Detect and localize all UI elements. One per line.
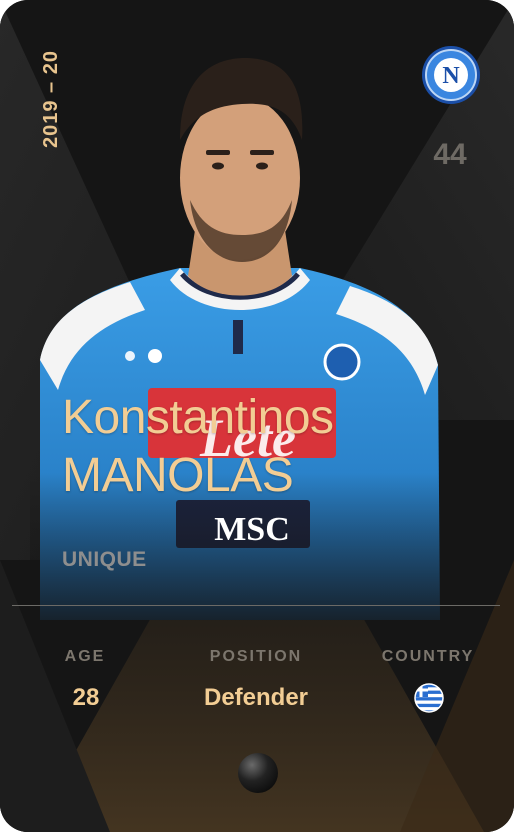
stat-value-age: 28	[72, 684, 100, 711]
divider	[12, 605, 500, 606]
stat-label-age: AGE	[64, 648, 106, 665]
player-card[interactable]: 2019 – 20 N 44 Lete MSC Konstantinos MAN…	[0, 0, 514, 832]
stat-label-country: COUNTRY	[381, 648, 475, 665]
player-first-name: Konstantinos	[62, 391, 334, 444]
stat-label-position: POSITION	[209, 648, 303, 665]
player-last-name: MANOLAS	[62, 449, 294, 502]
rarity-label: UNIQUE	[62, 548, 147, 571]
sponsor-text: MSC	[214, 511, 290, 548]
card-chip-icon	[238, 753, 278, 793]
greece-flag-icon	[414, 683, 444, 713]
stat-value-position: Defender	[203, 684, 309, 711]
